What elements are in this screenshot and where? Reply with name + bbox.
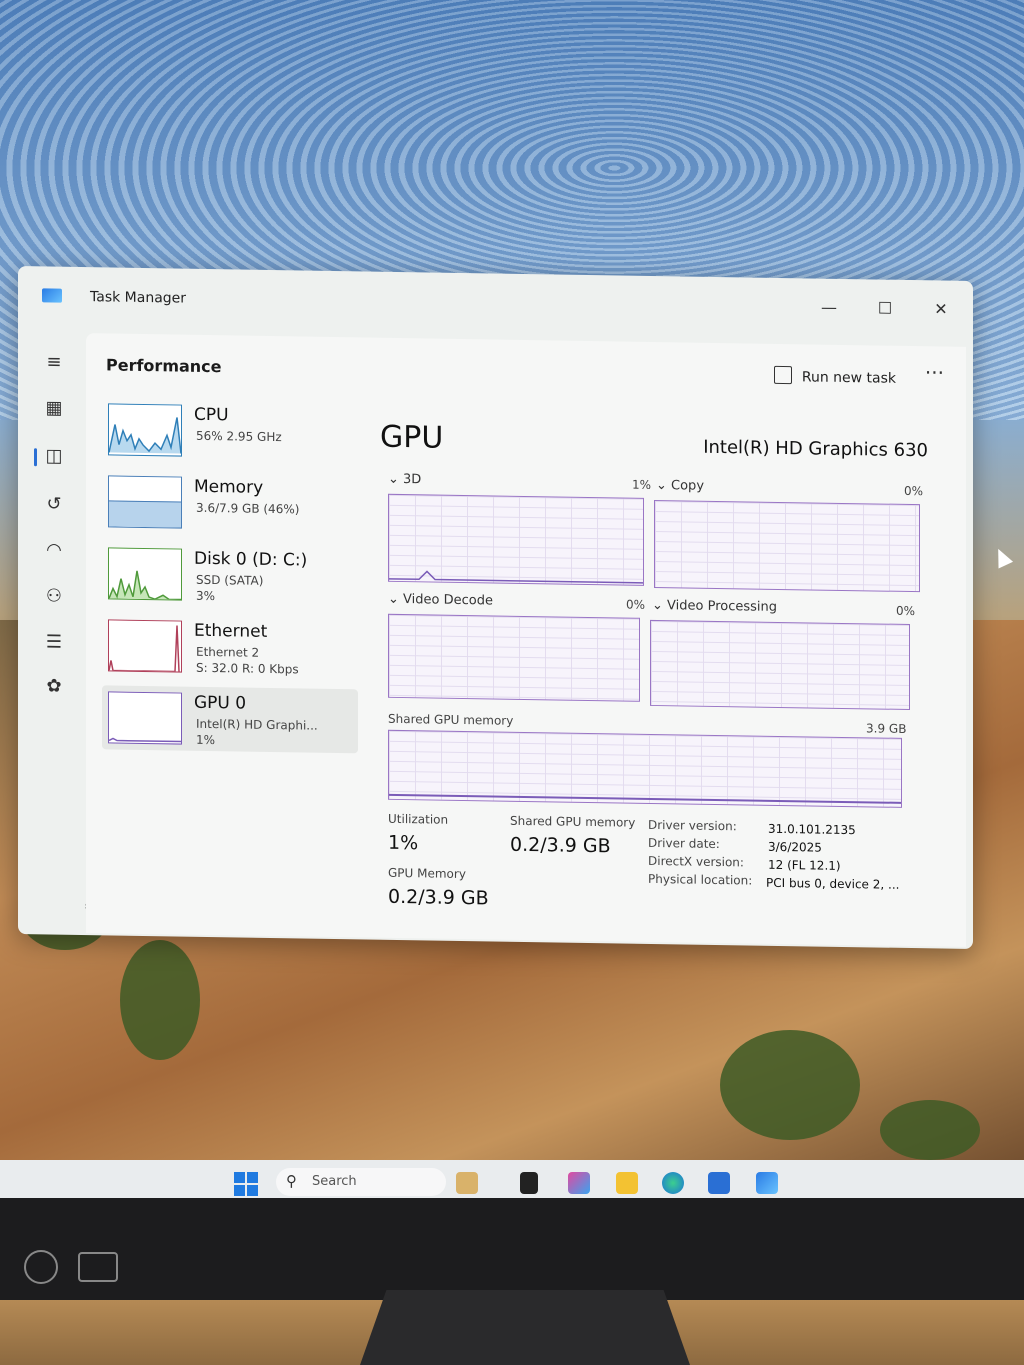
device-item-disk[interactable]: Disk 0 (D: C:) SSD (SATA) 3%: [102, 541, 358, 609]
device-detail: Intel(R) HD Graphi...: [196, 716, 318, 733]
driver-date-label: Driver date:: [648, 835, 720, 852]
graph-copy: [654, 499, 920, 593]
device-usage: 3%: [196, 588, 216, 604]
processes-icon[interactable]: ▦: [42, 396, 66, 420]
widgets-icon[interactable]: [456, 1172, 478, 1194]
services-icon[interactable]: ✿: [42, 674, 66, 698]
device-item-ethernet[interactable]: Ethernet Ethernet 2 S: 32.0 R: 0 Kbps: [102, 613, 358, 681]
device-detail: SSD (SATA): [196, 572, 264, 588]
physical-location-value: PCI bus 0, device 2, ...: [766, 875, 900, 892]
monitor-osd-icon: [24, 1250, 58, 1284]
gpu-memory-label: GPU Memory: [388, 865, 466, 882]
search-placeholder: Search: [312, 1174, 357, 1189]
page-title: Performance: [106, 355, 222, 377]
taskbar-search-box[interactable]: ⚲ Search: [276, 1168, 446, 1196]
shared-memory-stat-label: Shared GPU memory: [510, 813, 636, 830]
gpu-model-name: Intel(R) HD Graphics 630: [703, 436, 928, 462]
active-indicator: [34, 448, 37, 467]
device-throughput: S: 32.0 R: 0 Kbps: [196, 660, 299, 677]
wallpaper-tree: [720, 1030, 860, 1140]
device-item-gpu[interactable]: GPU 0 Intel(R) HD Graphi... 1%: [102, 685, 358, 754]
monitor-stand: [360, 1290, 690, 1365]
window-title: Task Manager: [90, 289, 187, 307]
graph-video-processing: [650, 619, 910, 711]
device-item-memory[interactable]: Memory 3.6/7.9 GB (46%): [102, 469, 358, 537]
task-manager-window: Task Manager — ☐ ✕ ≡ ▦ ◫ ↺ ◠ ⚇ ☰ ✿ ⚙ Per…: [18, 266, 973, 950]
start-button[interactable]: [234, 1172, 258, 1196]
engine-value: 0%: [626, 597, 646, 612]
device-list: CPU 56% 2.95 GHz Memory 3.6/7.9 GB (46%)…: [102, 397, 358, 921]
engine-value: 1%: [632, 477, 652, 492]
app-icon[interactable]: [568, 1172, 590, 1194]
menu-icon[interactable]: ≡: [42, 350, 66, 374]
shared-gpu-memory-max: 3.9 GB: [866, 721, 907, 736]
engine-value: 0%: [904, 483, 924, 499]
device-item-cpu[interactable]: CPU 56% 2.95 GHz: [102, 397, 358, 465]
app-history-icon[interactable]: ↺: [42, 492, 66, 516]
wallpaper-tree: [120, 940, 200, 1060]
search-icon: ⚲: [286, 1172, 297, 1190]
run-task-icon: [773, 365, 792, 385]
maximize-button[interactable]: ☐: [867, 293, 903, 324]
engine-selector-video-processing[interactable]: ⌄ Video Processing: [652, 598, 777, 615]
performance-icon[interactable]: ◫: [42, 444, 66, 468]
details-icon[interactable]: ☰: [42, 630, 66, 654]
device-name: GPU 0: [194, 692, 247, 714]
run-new-task-label: Run new task: [801, 369, 896, 387]
engine-label: Copy: [671, 478, 705, 494]
close-button[interactable]: ✕: [923, 294, 959, 325]
engine-label: Video Processing: [667, 598, 778, 615]
directx-version-label: DirectX version:: [648, 853, 744, 870]
gpu-memory-value: 0.2/3.9 GB: [388, 885, 489, 910]
memory-thumbnail-graph: [108, 475, 182, 529]
engine-selector-video-decode[interactable]: ⌄ Video Decode: [388, 592, 493, 609]
graph-shared-gpu-memory: [388, 729, 902, 808]
shared-memory-stat-value: 0.2/3.9 GB: [510, 833, 611, 858]
shared-gpu-memory-label: Shared GPU memory: [388, 711, 514, 728]
device-name: CPU: [194, 404, 229, 426]
physical-location-label: Physical location:: [648, 871, 753, 888]
run-new-task-button[interactable]: Run new task: [773, 365, 896, 387]
gpu-thumbnail-graph: [108, 691, 182, 745]
task-view-icon[interactable]: [520, 1172, 538, 1194]
device-name: Disk 0 (D: C:): [194, 548, 308, 571]
device-name: Ethernet: [194, 620, 268, 642]
driver-version-label: Driver version:: [648, 817, 737, 834]
startup-apps-icon[interactable]: ◠: [42, 538, 66, 562]
driver-version-value: 31.0.101.2135: [768, 821, 856, 838]
performance-panel: Performance Run new task ··· CPU 56% 2.9…: [86, 333, 966, 947]
directx-version-value: 12 (FL 12.1): [768, 857, 841, 873]
device-detail: Ethernet 2: [196, 644, 260, 660]
driver-date-value: 3/6/2025: [768, 839, 822, 855]
edge-browser-icon[interactable]: [662, 1172, 684, 1194]
device-detail: 56% 2.95 GHz: [196, 428, 282, 445]
wallpaper-tree: [880, 1100, 980, 1160]
engine-selector-3d[interactable]: ⌄ 3D: [388, 472, 421, 488]
file-explorer-icon[interactable]: [616, 1172, 638, 1194]
utilization-value: 1%: [388, 831, 419, 855]
minimize-button[interactable]: —: [811, 292, 847, 323]
graph-3d: [388, 493, 644, 586]
graph-video-decode: [388, 613, 640, 702]
device-detail: 3.6/7.9 GB (46%): [196, 500, 300, 517]
monitor-game-mode-icon: [78, 1252, 118, 1282]
task-manager-taskbar-icon[interactable]: [756, 1172, 778, 1194]
gpu-heading: GPU: [380, 419, 444, 456]
ethernet-thumbnail-graph: [108, 619, 182, 673]
more-options-button[interactable]: ···: [925, 360, 944, 384]
disk-thumbnail-graph: [108, 547, 182, 601]
engine-value: 0%: [896, 603, 916, 619]
engine-label: 3D: [403, 472, 422, 488]
utilization-label: Utilization: [388, 811, 449, 827]
device-name: Memory: [194, 476, 264, 498]
engine-label: Video Decode: [403, 592, 493, 609]
sidebar: ≡ ▦ ◫ ↺ ◠ ⚇ ☰ ✿: [18, 324, 86, 915]
task-manager-app-icon: [42, 288, 62, 303]
engine-selector-copy[interactable]: ⌄ Copy: [656, 478, 704, 494]
store-icon[interactable]: [708, 1172, 730, 1194]
mouse-pointer: [990, 545, 1014, 569]
users-icon[interactable]: ⚇: [42, 584, 66, 608]
device-usage: 1%: [196, 732, 216, 748]
cpu-thumbnail-graph: [108, 403, 182, 457]
